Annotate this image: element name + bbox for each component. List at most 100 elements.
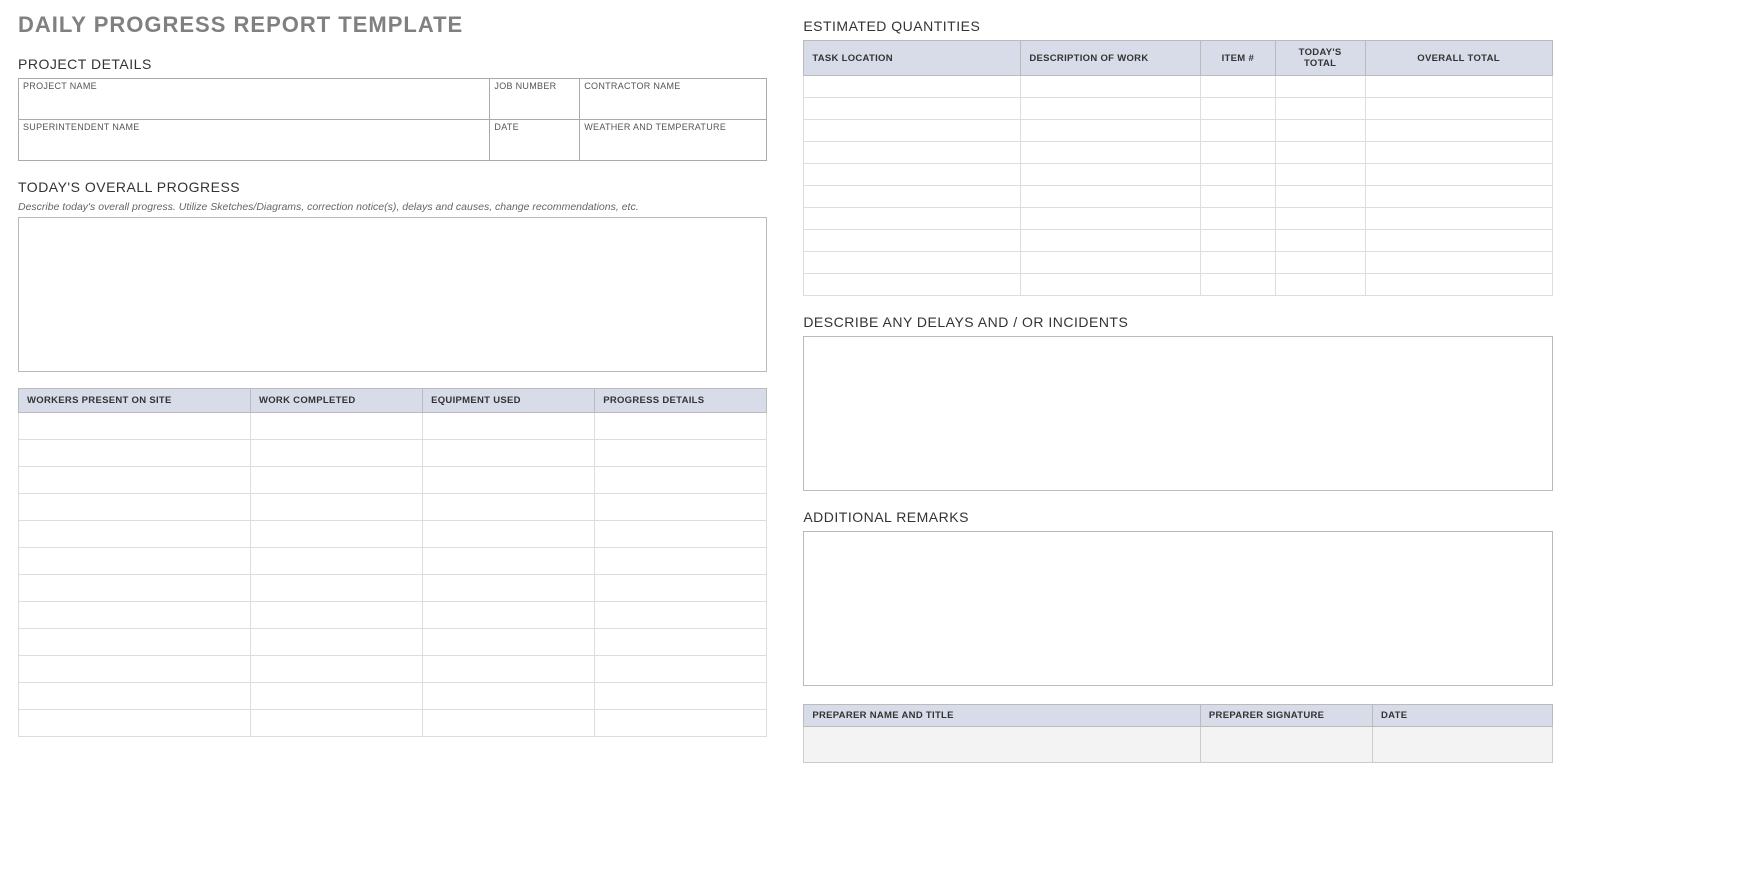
- workers-cell[interactable]: [595, 440, 767, 467]
- workers-cell[interactable]: [595, 494, 767, 521]
- qty-cell[interactable]: [1365, 76, 1552, 98]
- qty-cell[interactable]: [1200, 208, 1275, 230]
- qty-cell[interactable]: [1275, 142, 1365, 164]
- field-remarks[interactable]: [803, 531, 1552, 686]
- workers-cell[interactable]: [19, 575, 251, 602]
- workers-cell[interactable]: [423, 413, 595, 440]
- qty-cell[interactable]: [1021, 252, 1201, 274]
- workers-cell[interactable]: [595, 575, 767, 602]
- field-preparer-date[interactable]: [1373, 727, 1553, 763]
- qty-cell[interactable]: [1200, 252, 1275, 274]
- workers-cell[interactable]: [423, 683, 595, 710]
- workers-cell[interactable]: [19, 440, 251, 467]
- qty-cell[interactable]: [804, 274, 1021, 296]
- workers-cell[interactable]: [250, 629, 422, 656]
- workers-cell[interactable]: [19, 683, 251, 710]
- workers-cell[interactable]: [595, 521, 767, 548]
- qty-cell[interactable]: [1200, 274, 1275, 296]
- field-preparer-signature[interactable]: [1200, 727, 1372, 763]
- workers-cell[interactable]: [19, 467, 251, 494]
- qty-cell[interactable]: [1365, 208, 1552, 230]
- qty-cell[interactable]: [804, 120, 1021, 142]
- qty-cell[interactable]: [804, 252, 1021, 274]
- workers-cell[interactable]: [250, 602, 422, 629]
- workers-cell[interactable]: [423, 629, 595, 656]
- workers-cell[interactable]: [423, 602, 595, 629]
- workers-cell[interactable]: [595, 413, 767, 440]
- workers-cell[interactable]: [595, 602, 767, 629]
- field-weather[interactable]: [580, 132, 766, 160]
- qty-cell[interactable]: [804, 142, 1021, 164]
- qty-cell[interactable]: [1021, 208, 1201, 230]
- field-preparer-name[interactable]: [804, 727, 1201, 763]
- field-overall-progress[interactable]: [18, 217, 767, 372]
- workers-cell[interactable]: [250, 710, 422, 737]
- qty-cell[interactable]: [804, 164, 1021, 186]
- qty-cell[interactable]: [1021, 98, 1201, 120]
- workers-cell[interactable]: [595, 656, 767, 683]
- qty-cell[interactable]: [1275, 230, 1365, 252]
- qty-cell[interactable]: [804, 230, 1021, 252]
- qty-cell[interactable]: [1275, 98, 1365, 120]
- field-project-name[interactable]: [19, 91, 489, 119]
- workers-cell[interactable]: [423, 548, 595, 575]
- qty-cell[interactable]: [1365, 142, 1552, 164]
- workers-cell[interactable]: [595, 629, 767, 656]
- workers-cell[interactable]: [595, 548, 767, 575]
- qty-cell[interactable]: [1200, 142, 1275, 164]
- workers-cell[interactable]: [250, 575, 422, 602]
- workers-cell[interactable]: [423, 575, 595, 602]
- workers-cell[interactable]: [423, 521, 595, 548]
- qty-cell[interactable]: [1021, 230, 1201, 252]
- qty-cell[interactable]: [1365, 164, 1552, 186]
- workers-cell[interactable]: [250, 440, 422, 467]
- workers-cell[interactable]: [19, 710, 251, 737]
- workers-cell[interactable]: [250, 683, 422, 710]
- workers-cell[interactable]: [19, 656, 251, 683]
- qty-cell[interactable]: [1275, 252, 1365, 274]
- qty-cell[interactable]: [1275, 186, 1365, 208]
- qty-cell[interactable]: [1275, 274, 1365, 296]
- workers-cell[interactable]: [595, 467, 767, 494]
- qty-cell[interactable]: [1275, 208, 1365, 230]
- qty-cell[interactable]: [1021, 142, 1201, 164]
- qty-cell[interactable]: [1365, 252, 1552, 274]
- workers-cell[interactable]: [423, 440, 595, 467]
- field-contractor-name[interactable]: [580, 91, 766, 119]
- field-job-number[interactable]: [490, 91, 579, 119]
- qty-cell[interactable]: [1021, 76, 1201, 98]
- qty-cell[interactable]: [1200, 164, 1275, 186]
- workers-cell[interactable]: [19, 521, 251, 548]
- workers-cell[interactable]: [423, 467, 595, 494]
- workers-cell[interactable]: [19, 602, 251, 629]
- qty-cell[interactable]: [1021, 164, 1201, 186]
- workers-cell[interactable]: [19, 629, 251, 656]
- workers-cell[interactable]: [250, 548, 422, 575]
- qty-cell[interactable]: [1200, 76, 1275, 98]
- workers-cell[interactable]: [19, 494, 251, 521]
- workers-cell[interactable]: [19, 548, 251, 575]
- qty-cell[interactable]: [804, 208, 1021, 230]
- qty-cell[interactable]: [1275, 164, 1365, 186]
- workers-cell[interactable]: [595, 683, 767, 710]
- qty-cell[interactable]: [1365, 120, 1552, 142]
- qty-cell[interactable]: [1275, 76, 1365, 98]
- field-superintendent[interactable]: [19, 132, 489, 160]
- qty-cell[interactable]: [804, 186, 1021, 208]
- workers-cell[interactable]: [423, 656, 595, 683]
- qty-cell[interactable]: [1200, 120, 1275, 142]
- qty-cell[interactable]: [1275, 120, 1365, 142]
- qty-cell[interactable]: [1200, 230, 1275, 252]
- qty-cell[interactable]: [804, 98, 1021, 120]
- workers-cell[interactable]: [250, 521, 422, 548]
- field-delays[interactable]: [803, 336, 1552, 491]
- workers-cell[interactable]: [595, 710, 767, 737]
- qty-cell[interactable]: [1021, 186, 1201, 208]
- workers-cell[interactable]: [250, 494, 422, 521]
- qty-cell[interactable]: [1365, 98, 1552, 120]
- qty-cell[interactable]: [1200, 186, 1275, 208]
- workers-cell[interactable]: [250, 413, 422, 440]
- workers-cell[interactable]: [423, 710, 595, 737]
- workers-cell[interactable]: [250, 656, 422, 683]
- qty-cell[interactable]: [1365, 186, 1552, 208]
